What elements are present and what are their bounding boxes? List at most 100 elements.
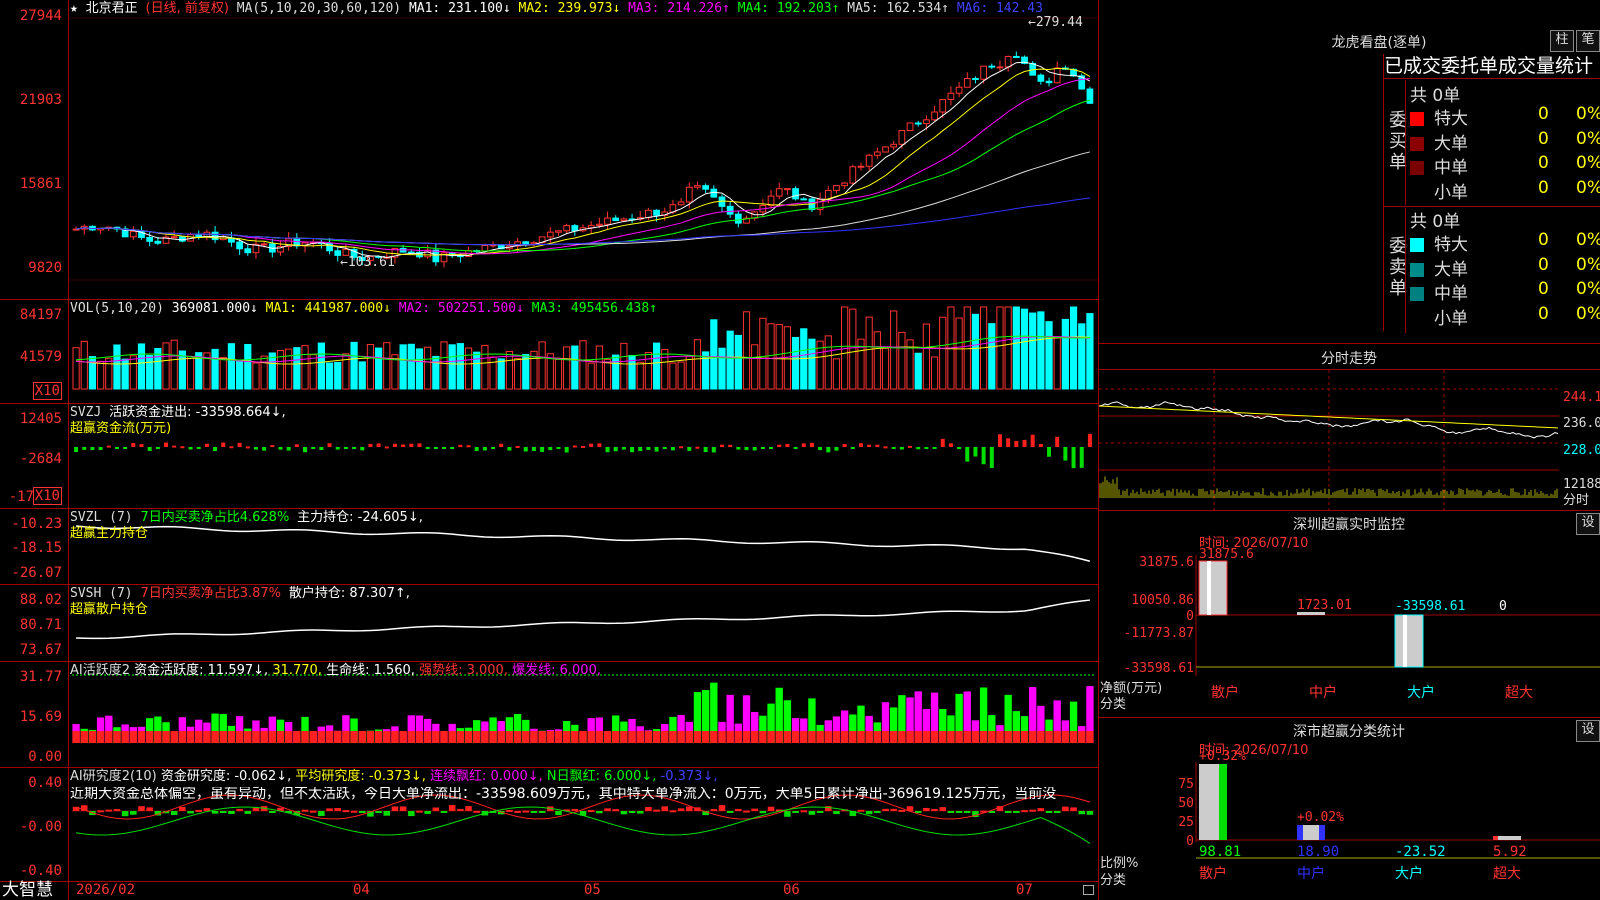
research-bar (1045, 811, 1053, 813)
activity-base-bar (268, 731, 276, 743)
flow-bar (450, 447, 455, 449)
research-bar (653, 809, 660, 812)
activity-base-bar (538, 731, 546, 743)
flow-bar (899, 447, 904, 450)
activity-base-bar (832, 731, 841, 743)
monitor-panel[interactable]: 深圳超赢实时监控 设 时间: 2026/07/10 31875.6 10050.8… (1099, 511, 1600, 717)
classify-panel[interactable]: 深市超赢分类统计 设 时间: 2026/07/10 75 50 25 0 +0.32% +… (1099, 718, 1600, 900)
order-row: 小单 0 0% (1410, 178, 1600, 203)
ai-active-panel[interactable]: AI活跃度2 资金活跃度: 11.597↓, 31.770, 生命线: 1.56… (0, 661, 1098, 768)
activity-base-bar (145, 731, 154, 743)
flow-bar (842, 444, 847, 447)
kline-chart[interactable] (0, 0, 1098, 299)
candle (563, 225, 571, 232)
high-mark: ←279.44 (1028, 15, 1083, 30)
activity-base-bar (881, 731, 890, 743)
research-bar (506, 809, 513, 812)
flow-bar (245, 446, 250, 449)
candle (677, 201, 685, 206)
order-row: 特大 0 0% (1410, 104, 1600, 129)
stock-mode[interactable]: (日线, 前复权) (146, 1, 229, 16)
activity-base-bar (284, 731, 293, 743)
stock-name[interactable]: 北京君正 (86, 1, 138, 16)
flow-bar (360, 447, 365, 451)
bar-mode-button[interactable]: 柱 (1550, 30, 1574, 52)
volume-bar (350, 341, 358, 390)
volume-bar (252, 362, 260, 390)
ai-research-y-tick: 0.40 (28, 775, 62, 791)
ai-research-chart[interactable] (0, 767, 1098, 881)
research-bar (767, 806, 775, 811)
svsh-header: SVSH (7) 7日内买卖净占比3.87% 散户持仓: 87.307↑, (70, 586, 410, 601)
classify-chart[interactable]: 75 50 25 0 +0.32% +0.02% 98.81 18.90 -23.52 5.92 散… (1099, 718, 1600, 900)
flow-bar (687, 447, 692, 451)
flow-bar (303, 447, 308, 453)
dragon-tabs[interactable]: 已成交委托单成交量统计 (1383, 54, 1600, 79)
svzl-panel[interactable]: SVZL (7) 7日内买卖净占比4.628% 主力持仓: -24.605↓, … (0, 508, 1098, 585)
research-bar (1013, 811, 1020, 813)
monitor-bar-label: 1723.01 (1297, 598, 1352, 613)
research-bar (825, 806, 832, 811)
classify-category: 大户 (1395, 865, 1423, 882)
svzj-unit: X10 (32, 487, 62, 505)
research-bar (816, 811, 824, 813)
classify-y-tick: 75 (1178, 777, 1194, 792)
activity-base-bar (947, 731, 955, 743)
classify-unit: 比例% (1100, 856, 1139, 871)
ai-research-panel[interactable]: AI研究度2(10) 资金研究度: -0.062↓, 平均研究度: -0.373… (0, 767, 1098, 882)
research-bar (309, 810, 317, 813)
activity-base-bar (1086, 731, 1094, 743)
flow-bar (458, 444, 463, 447)
volume-bar (80, 340, 88, 390)
flow-bar (760, 447, 765, 449)
volume-ma2: MA2: 502251.500↓ (398, 301, 524, 316)
research-bar (424, 811, 431, 814)
candle (980, 65, 987, 80)
kline-panel[interactable]: ★ 北京君正 (日线, 前复权) MA(5,10,20,30,60,120) M… (0, 0, 1098, 300)
activity-base-bar (227, 731, 236, 743)
classify-bar-segment (1319, 825, 1325, 840)
monitor-chart[interactable]: 31875.610050.860-11773.87-33598.61散户 中户 大户… (1099, 511, 1600, 717)
flow-bar (515, 446, 520, 449)
ai-research-v4: N日飘红: 6.000↓, (546, 769, 657, 784)
volume-bar (996, 306, 1004, 390)
candle (1045, 80, 1053, 84)
flow-bar (164, 442, 169, 447)
flow-bar (613, 447, 618, 452)
research-bar (710, 809, 718, 812)
ai-research-v2: 平均研究度: -0.373↓, (295, 769, 426, 784)
research-bar (244, 811, 252, 814)
research-bar (1062, 806, 1069, 811)
intraday-panel[interactable]: 分时走势 244.1 236.0 228.0 12188 分时 (1099, 344, 1600, 510)
research-bar (759, 811, 767, 814)
buy-side-label: 委买单 (1389, 110, 1407, 173)
order-row-value: 0 (1538, 153, 1549, 173)
lock-icon[interactable] (1083, 885, 1094, 895)
svsh-panel[interactable]: SVSH (7) 7日内买卖净占比3.87% 散户持仓: 87.307↑, 超赢… (0, 584, 1098, 662)
activity-base-bar (1004, 731, 1012, 743)
volume-panel[interactable]: VOL(5,10,20) 369081.000↓ MA1: 441987.000… (0, 299, 1098, 404)
classify-category: 中户 (1297, 865, 1325, 882)
activity-base-bar (383, 731, 391, 743)
research-bar (743, 810, 750, 813)
ma4-value: MA4: 192.203↑ (737, 1, 840, 16)
volume-bar (922, 323, 930, 390)
star-icon[interactable]: ★ (70, 1, 78, 16)
research-bar (661, 806, 669, 811)
volume-bar (170, 339, 178, 390)
volume-bar (939, 316, 947, 390)
activity-base-bar (685, 731, 693, 743)
order-row-value: 0 (1538, 303, 1549, 324)
svzj-panel[interactable]: SVZJ 活跃资金进出: -33598.664↓, 超赢资金流(万元) 1240… (0, 403, 1098, 509)
flow-bar (204, 443, 209, 447)
dragon-panel[interactable]: 龙虎看盘(逐单) 柱 笔 已成交委托单成交量统计 委买单 共 0单 特大00%大… (1099, 0, 1600, 343)
kline-y-tick: 9820 (28, 260, 62, 276)
activity-base-bar (195, 731, 203, 743)
legend-swatch (1410, 287, 1424, 301)
intraday-chart[interactable] (1099, 370, 1559, 510)
tick-mode-button[interactable]: 笔 (1576, 30, 1600, 52)
volume-bar (383, 342, 391, 390)
candle (612, 217, 620, 222)
brand-label[interactable]: 大智慧 (2, 881, 53, 900)
activity-base-bar (701, 731, 710, 743)
